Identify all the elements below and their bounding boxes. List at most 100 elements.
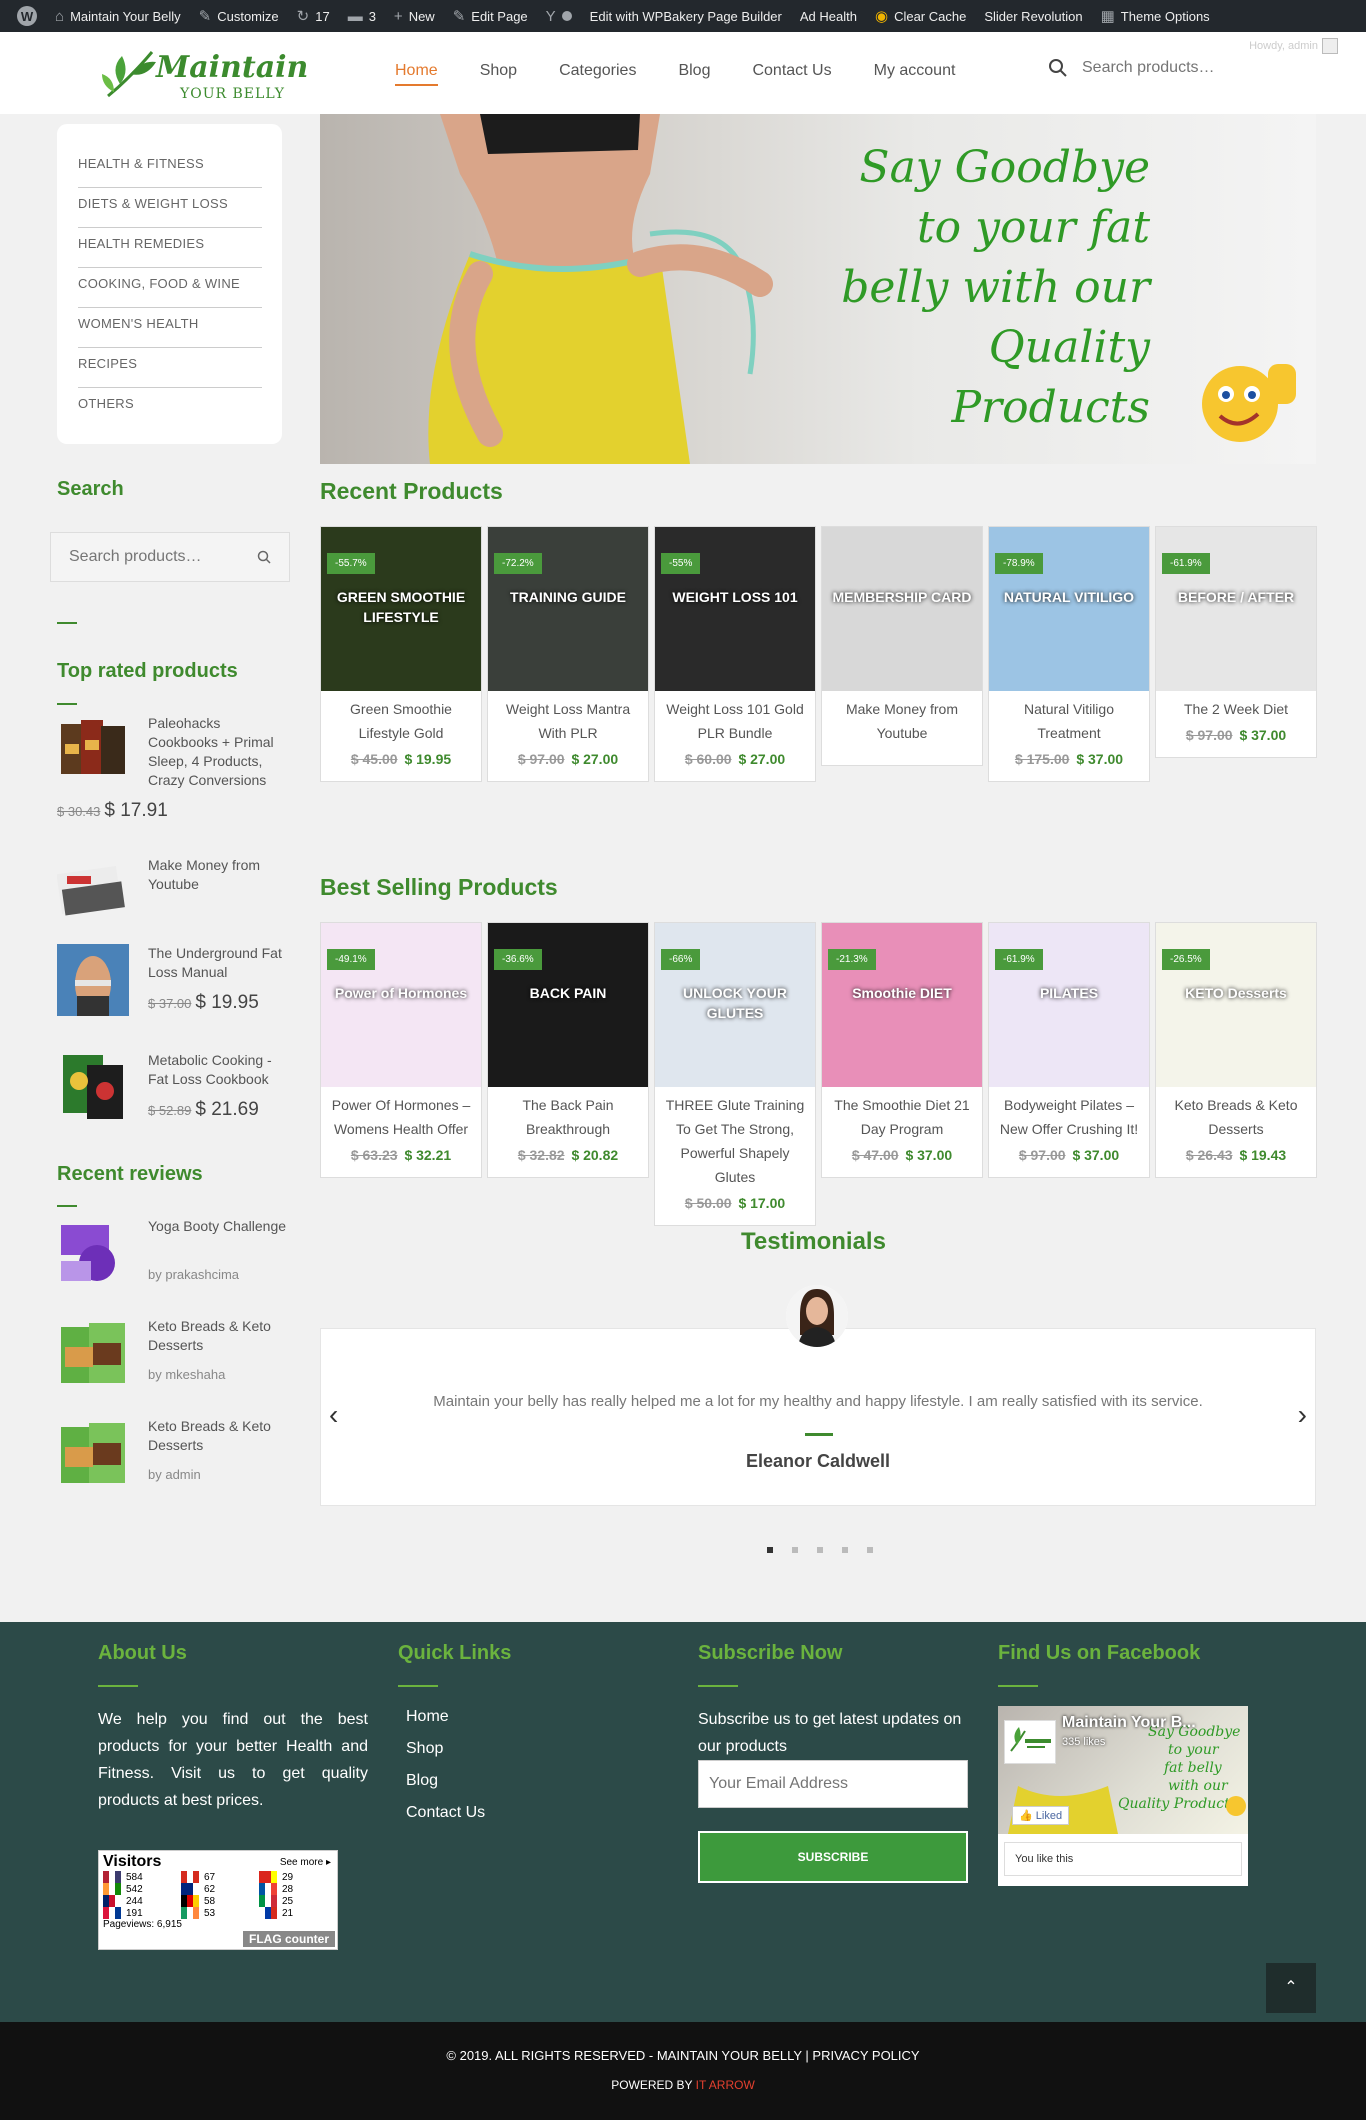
pagination-dot[interactable]: [767, 1547, 773, 1553]
site-logo[interactable]: Maintain YOUR BELLY: [96, 42, 308, 104]
nav-categories[interactable]: Categories: [559, 62, 636, 86]
admin-clear-cache-link[interactable]: ◉ Clear Cache: [866, 0, 975, 32]
product-card[interactable]: UNLOCK YOUR GLUTES -66% THREE Glute Traini…: [654, 922, 816, 1226]
main-nav: Home Shop Categories Blog Contact Us My …: [395, 62, 997, 86]
product-image[interactable]: BEFORE / AFTER -61.9%: [1156, 527, 1316, 691]
product-image[interactable]: MEMBERSHIP CARD: [822, 527, 982, 691]
nav-my-account[interactable]: My account: [874, 62, 956, 86]
top-rated-item[interactable]: The Underground Fat Loss Manual $ 37.00 $…: [57, 944, 287, 1020]
nav-home[interactable]: Home: [395, 62, 438, 86]
product-image[interactable]: NATURAL VITILIGO -78.9%: [989, 527, 1149, 691]
divider: [698, 1685, 738, 1687]
admin-ad-health-link[interactable]: Ad Health: [791, 0, 866, 32]
product-card[interactable]: Power of Hormones -49.1% Power Of Hormones…: [320, 922, 482, 1178]
review-item[interactable]: Keto Breads & Keto Desserts by mkeshaha: [57, 1317, 287, 1393]
facebook-page-widget[interactable]: Say Goodbye to your fat belly with our Quali…: [998, 1706, 1248, 1886]
product-name[interactable]: Weight Loss Mantra With PLR: [488, 691, 648, 745]
subscribe-button[interactable]: SUBSCRIBE: [698, 1831, 968, 1883]
product-image[interactable]: Smoothie DIET -21.3%: [822, 923, 982, 1087]
see-more-link[interactable]: See more ▸: [280, 1857, 331, 1868]
product-name[interactable]: The 2 Week Diet: [1156, 691, 1316, 721]
powered-by-link[interactable]: IT ARROW: [696, 2078, 755, 2092]
admin-comments-link[interactable]: ▬ 3: [339, 0, 385, 32]
chevron-up-icon: ⌃: [1284, 1979, 1298, 1996]
review-item[interactable]: Yoga Booty Challenge by prakashcima: [57, 1217, 287, 1293]
admin-site-link[interactable]: ⌂ Maintain Your Belly: [46, 0, 190, 32]
sale-price: $ 27.00: [738, 751, 786, 767]
top-rated-item[interactable]: Make Money from Youtube: [57, 856, 287, 918]
category-item[interactable]: HEALTH REMEDIES: [78, 228, 262, 268]
product-image[interactable]: KETO Desserts -26.5%: [1156, 923, 1316, 1087]
product-name[interactable]: Weight Loss 101 Gold PLR Bundle: [655, 691, 815, 745]
pagination-dot[interactable]: [867, 1547, 873, 1553]
product-card[interactable]: MEMBERSHIP CARD Make Money from Youtube: [821, 526, 983, 766]
product-name[interactable]: THREE Glute Training To Get The Strong, …: [655, 1087, 815, 1189]
product-card[interactable]: PILATES -61.9% Bodyweight Pilates – New Of…: [988, 922, 1150, 1178]
product-card[interactable]: Smoothie DIET -21.3% The Smoothie Diet 21 …: [821, 922, 983, 1178]
flag-counter-widget[interactable]: Visitors See more ▸ 584 67 29 542 62 28 244 58 2…: [98, 1850, 338, 1950]
search-icon[interactable]: [257, 550, 271, 564]
facebook-like-button[interactable]: 👍 Liked: [1012, 1806, 1070, 1825]
category-item[interactable]: RECIPES: [78, 348, 262, 388]
admin-slider-link[interactable]: Slider Revolution: [975, 0, 1091, 32]
admin-updates-link[interactable]: ↻ 17: [288, 0, 339, 32]
product-name[interactable]: Power Of Hormones – Womens Health Offer: [321, 1087, 481, 1141]
product-image[interactable]: TRAINING GUIDE -72.2%: [488, 527, 648, 691]
category-item[interactable]: DIETS & WEIGHT LOSS: [78, 188, 262, 228]
howdy-account[interactable]: Howdy, admin: [1249, 38, 1338, 54]
nav-shop[interactable]: Shop: [480, 62, 517, 86]
product-name[interactable]: Make Money from Youtube: [822, 691, 982, 765]
product-name[interactable]: Keto Breads & Keto Desserts: [1156, 1087, 1316, 1141]
top-rated-item[interactable]: Paleohacks Cookbooks + Primal Sleep, 4 P…: [57, 714, 287, 824]
product-card[interactable]: NATURAL VITILIGO -78.9% Natural Vitiligo T…: [988, 526, 1150, 782]
admin-customize-link[interactable]: ✎ Customize: [190, 0, 288, 32]
category-item[interactable]: OTHERS: [78, 388, 262, 428]
footer-link-shop[interactable]: Shop: [406, 1740, 443, 1758]
wordpress-logo-button[interactable]: W: [8, 0, 46, 32]
product-card[interactable]: BEFORE / AFTER -61.9% The 2 Week Diet $ 97.…: [1155, 526, 1317, 758]
category-item[interactable]: HEALTH & FITNESS: [78, 148, 262, 188]
product-image[interactable]: WEIGHT LOSS 101 -55%: [655, 527, 815, 691]
sidebar-search-input[interactable]: [69, 548, 239, 566]
search-icon[interactable]: [1048, 58, 1068, 78]
review-item[interactable]: Keto Breads & Keto Desserts by admin: [57, 1417, 287, 1493]
product-name[interactable]: Bodyweight Pilates – New Offer Crushing …: [989, 1087, 1149, 1141]
email-field[interactable]: [698, 1760, 968, 1808]
facebook-page-name[interactable]: Maintain Your B...: [1062, 1714, 1196, 1732]
admin-yoast-link[interactable]: Y: [537, 0, 581, 32]
search-widget-title: Search: [57, 478, 124, 500]
product-image[interactable]: GREEN SMOOTHIE LIFESTYLE -55.7%: [321, 527, 481, 691]
footer-link-home[interactable]: Home: [406, 1708, 449, 1726]
admin-new-link[interactable]: + New: [385, 0, 444, 32]
product-card[interactable]: BACK PAIN -36.6% The Back Pain Breakthroug…: [487, 922, 649, 1178]
product-name[interactable]: Natural Vitiligo Treatment: [989, 691, 1149, 745]
product-image[interactable]: UNLOCK YOUR GLUTES -66%: [655, 923, 815, 1087]
header-search-input[interactable]: [1082, 59, 1292, 77]
product-image[interactable]: BACK PAIN -36.6%: [488, 923, 648, 1087]
product-card[interactable]: KETO Desserts -26.5% Keto Breads & Keto De…: [1155, 922, 1317, 1178]
admin-theme-options-link[interactable]: ▦ Theme Options: [1092, 0, 1219, 32]
pagination-dot[interactable]: [792, 1547, 798, 1553]
nav-blog[interactable]: Blog: [678, 62, 710, 86]
product-cover-text: GREEN SMOOTHIE LIFESTYLE: [336, 589, 466, 625]
product-image[interactable]: Power of Hormones -49.1%: [321, 923, 481, 1087]
product-name[interactable]: The Smoothie Diet 21 Day Program: [822, 1087, 982, 1141]
product-card[interactable]: WEIGHT LOSS 101 -55% Weight Loss 101 Gold …: [654, 526, 816, 782]
product-card[interactable]: TRAINING GUIDE -72.2% Weight Loss Mantra W…: [487, 526, 649, 782]
admin-wpbakery-link[interactable]: Edit with WPBakery Page Builder: [581, 0, 791, 32]
top-rated-item[interactable]: Metabolic Cooking - Fat Loss Cookbook $ …: [57, 1051, 287, 1127]
product-image[interactable]: PILATES -61.9%: [989, 923, 1149, 1087]
hero-banner[interactable]: Say Goodbye to your fat belly with our Q…: [320, 114, 1316, 464]
pagination-dot[interactable]: [817, 1547, 823, 1553]
product-name[interactable]: Green Smoothie Lifestyle Gold: [321, 691, 481, 745]
product-card[interactable]: GREEN SMOOTHIE LIFESTYLE -55.7% Green Smoo…: [320, 526, 482, 782]
admin-edit-page-link[interactable]: ✎ Edit Page: [444, 0, 537, 32]
category-item[interactable]: COOKING, FOOD & WINE: [78, 268, 262, 308]
footer-link-blog[interactable]: Blog: [406, 1772, 438, 1790]
product-name[interactable]: The Back Pain Breakthrough: [488, 1087, 648, 1141]
back-to-top-button[interactable]: ⌃: [1266, 1963, 1316, 2013]
footer-link-contact[interactable]: Contact Us: [406, 1804, 485, 1822]
nav-contact[interactable]: Contact Us: [752, 62, 831, 86]
pagination-dot[interactable]: [842, 1547, 848, 1553]
category-item[interactable]: WOMEN'S HEALTH: [78, 308, 262, 348]
